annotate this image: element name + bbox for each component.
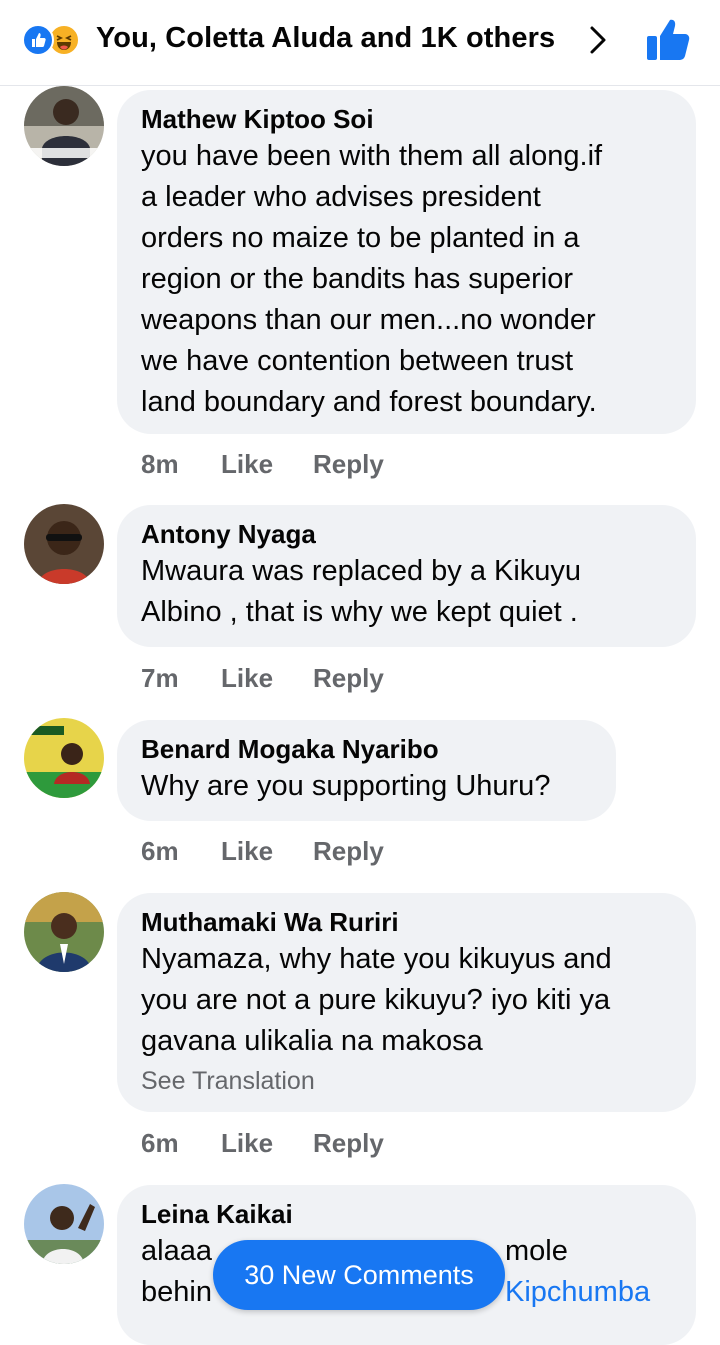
comment-line: behin (141, 1276, 212, 1308)
comment-line: weapons than our men...no wonder (141, 304, 596, 336)
reply-button[interactable]: Reply (313, 836, 384, 867)
comment-line: you are not a pure kikuyu? iyo kiti ya (141, 984, 611, 1016)
comment-line: orders no maize to be planted in a (141, 222, 580, 254)
see-translation-link[interactable]: See Translation (141, 1064, 672, 1098)
comment-line: you have been with them all along.if (141, 140, 603, 172)
like-thumb-icon[interactable] (642, 14, 694, 66)
comment-line: Why are you supporting Uhuru? (141, 770, 551, 802)
comment-author[interactable]: Antony Nyaga (141, 517, 672, 551)
comment-author[interactable]: Muthamaki Wa Ruriri (141, 905, 672, 939)
comment-bubble[interactable]: Mathew Kiptoo Soi you have been with the… (117, 90, 696, 434)
comment-time: 7m (141, 663, 179, 693)
like-icon (22, 24, 54, 56)
comment-line: land boundary and forest boundary. (141, 386, 597, 418)
new-comments-button[interactable]: 30 New Comments (213, 1240, 505, 1310)
avatar[interactable] (24, 504, 104, 584)
comment-line: a leader who advises president (141, 181, 541, 213)
comment-text: Why are you supporting Uhuru? (141, 766, 592, 807)
reply-button[interactable]: Reply (313, 449, 384, 480)
comment-line: alaaa (141, 1235, 212, 1267)
like-button[interactable]: Like (221, 449, 313, 480)
avatar[interactable] (24, 718, 104, 798)
comment-line: Mwaura was replaced by a Kikuyu (141, 555, 582, 587)
avatar[interactable] (24, 892, 104, 972)
reply-button[interactable]: Reply (313, 663, 384, 694)
comment-text: Nyamaza, why hate you kikuyus and you ar… (141, 939, 672, 1062)
like-button[interactable]: Like (221, 836, 313, 867)
comment-line: region or the bandits has superior (141, 263, 574, 295)
reaction-icons[interactable] (22, 24, 92, 56)
avatar[interactable] (24, 86, 104, 166)
comment-time: 6m (141, 1128, 179, 1158)
like-button[interactable]: Like (221, 663, 313, 694)
reactions-summary[interactable]: You, Coletta Aluda and 1K others (96, 22, 555, 55)
comment-line: mole (505, 1235, 568, 1267)
comment-actions: 6m Like Reply (141, 836, 384, 867)
comment-line: Nyamaza, why hate you kikuyus and (141, 943, 612, 975)
comment-actions: 8m Like Reply (141, 449, 384, 480)
chevron-right-icon[interactable] (584, 24, 612, 56)
reply-button[interactable]: Reply (313, 1128, 384, 1159)
avatar[interactable] (24, 1184, 104, 1264)
reactions-header: You, Coletta Aluda and 1K others (0, 0, 720, 86)
comment-author[interactable]: Benard Mogaka Nyaribo (141, 732, 592, 766)
comment-line: Albino , that is why we kept quiet . (141, 596, 578, 628)
comment-line: we have contention between trust (141, 345, 574, 377)
comment-author[interactable]: Mathew Kiptoo Soi (141, 102, 672, 136)
comment-time: 8m (141, 449, 179, 479)
mention-link[interactable]: Kipchumba (505, 1272, 650, 1313)
comment-bubble[interactable]: Benard Mogaka Nyaribo Why are you suppor… (117, 720, 616, 821)
comment-bubble[interactable]: Antony Nyaga Mwaura was replaced by a Ki… (117, 505, 696, 647)
comment-actions: 6m Like Reply (141, 1128, 384, 1159)
like-button[interactable]: Like (221, 1128, 313, 1159)
comment-time: 6m (141, 836, 179, 866)
comment-text: you have been with them all along.if a l… (141, 136, 672, 423)
comment-bubble[interactable]: Muthamaki Wa Ruriri Nyamaza, why hate yo… (117, 893, 696, 1112)
comment-line: gavana ulikalia na makosa (141, 1025, 483, 1057)
comment-actions: 7m Like Reply (141, 663, 384, 694)
comment-author[interactable]: Leina Kaikai (141, 1197, 672, 1231)
comment-text: Mwaura was replaced by a Kikuyu Albino ,… (141, 551, 672, 633)
